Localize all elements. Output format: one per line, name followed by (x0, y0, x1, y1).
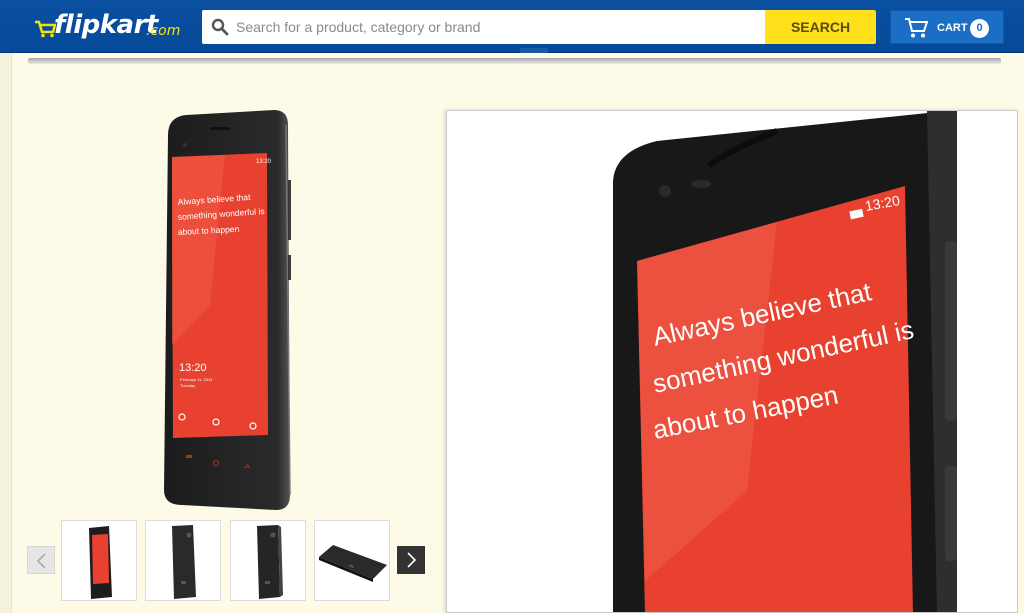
thumbnail-back-side[interactable] (230, 520, 306, 601)
chevron-right-icon (407, 552, 417, 568)
thumbnail-prev-button[interactable] (27, 546, 55, 574)
screen-status-time: 13:20 (256, 159, 272, 165)
nav-indicator (520, 48, 548, 53)
product-main-image[interactable]: 13:20 Always believe that something wond… (150, 105, 300, 515)
search-input[interactable] (236, 10, 756, 44)
screen-clock: 13:20 (179, 362, 207, 374)
left-rail (0, 53, 12, 613)
header-bar: flipkart .com SEARCH CART 0 (0, 0, 1024, 53)
search-box (202, 10, 766, 44)
logo-suffix: .com (146, 23, 181, 39)
menu-shadow-divider (28, 58, 1001, 64)
thumbnail-flat[interactable] (314, 520, 390, 601)
logo-text: flipkart (54, 10, 158, 40)
cart-count-badge: 0 (970, 19, 989, 38)
screen-date: February 11, 2014 (180, 377, 213, 382)
chevron-left-icon (36, 553, 46, 569)
cart-label: CART (937, 22, 968, 34)
zoom-preview-panel: 13:20 Always believe that something wond… (446, 110, 1018, 613)
screen-day: Tuesday (180, 383, 195, 388)
search-button[interactable]: SEARCH (765, 10, 876, 44)
cart-icon (905, 18, 928, 38)
search-icon (211, 18, 229, 36)
cart-button[interactable]: CART 0 (890, 10, 1004, 44)
thumbnail-back[interactable] (145, 520, 221, 601)
flipkart-logo[interactable]: flipkart .com (34, 8, 184, 46)
thumbnail-next-button[interactable] (397, 546, 425, 574)
logo-cart-icon (35, 20, 56, 38)
thumbnail-front[interactable] (61, 520, 137, 601)
